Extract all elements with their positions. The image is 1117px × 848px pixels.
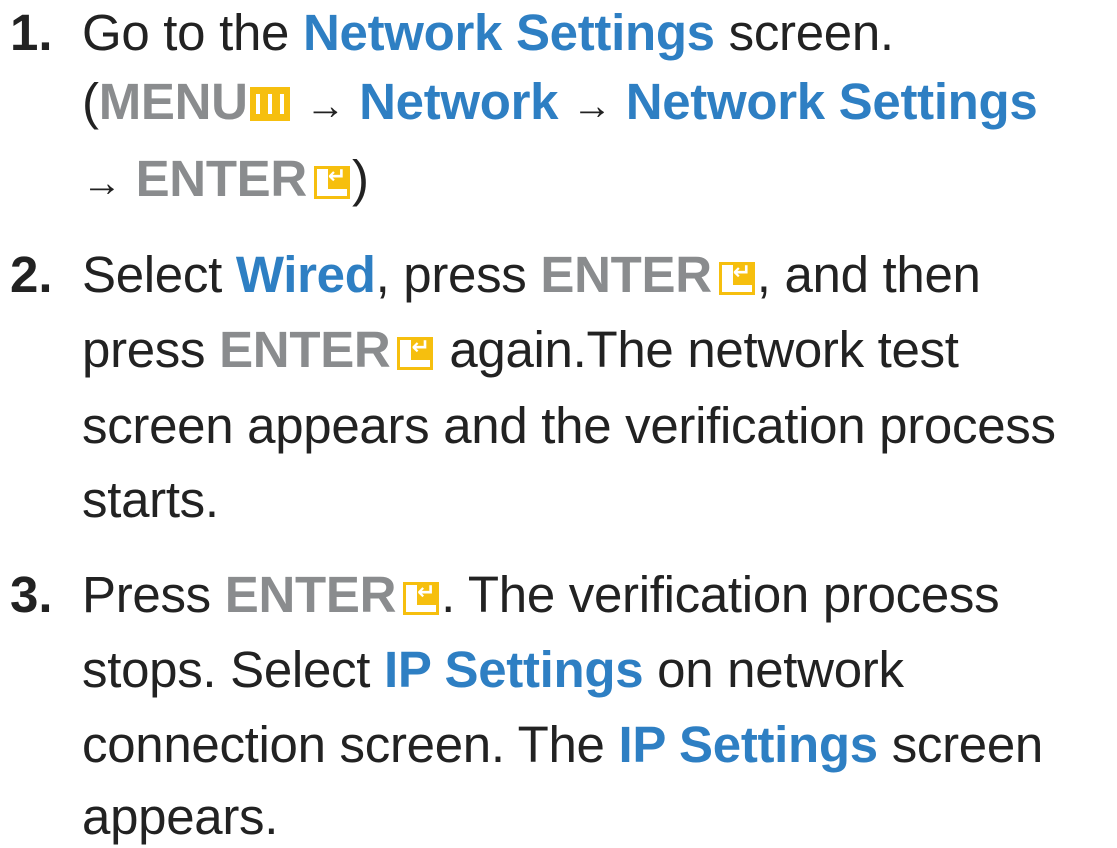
text: screen: [891, 716, 1044, 773]
menu-icon: [249, 87, 290, 121]
enter-key-label: ENTER: [224, 566, 397, 623]
enter-icon: ↵: [313, 165, 350, 199]
step-1-line-1: Go to the Network Settings screen.: [82, 3, 894, 63]
text: Select: [82, 246, 222, 303]
text: again.The network test: [449, 321, 959, 378]
enter-key-label: ENTER: [135, 150, 308, 207]
step-2-line-4: starts.: [82, 470, 219, 530]
ip-settings-highlight: IP Settings: [383, 641, 644, 698]
network-settings-highlight: Network Settings: [625, 73, 1038, 130]
text: , press: [375, 246, 527, 303]
text: appears.: [82, 788, 279, 845]
enter-key-label: ENTER: [540, 246, 712, 303]
step-2-line-1: Select Wired, press ENTER ↵, and then: [82, 245, 981, 305]
wired-highlight: Wired: [235, 246, 376, 303]
text: Press: [82, 566, 211, 623]
enter-icon: ↵: [403, 581, 440, 615]
close-paren: ): [351, 150, 369, 207]
text: press: [82, 321, 206, 378]
instruction-steps: 1. Go to the Network Settings screen. (M…: [0, 0, 1117, 848]
network-settings-highlight: Network Settings: [302, 4, 715, 61]
step-3-line-2: stops. Select IP Settings on network: [82, 640, 904, 700]
text: starts.: [82, 471, 219, 528]
menu-key-label: MENU: [98, 73, 248, 130]
step-3-line-1: Press ENTER ↵. The verification process: [82, 565, 1000, 625]
text: , and then: [756, 246, 981, 303]
text: screen appears and the verification proc…: [82, 397, 1056, 454]
enter-icon: ↵: [718, 261, 755, 295]
enter-key-label: ENTER: [219, 321, 391, 378]
enter-icon: ↵: [397, 336, 434, 370]
text: connection screen. The: [82, 716, 605, 773]
step-3-line-3: connection screen. The IP Settings scree…: [82, 715, 1043, 775]
step-number: 2.: [10, 246, 53, 303]
step-1-line-3: → ENTER ↵): [82, 149, 369, 209]
text: screen.: [728, 4, 894, 61]
text: on network: [657, 641, 904, 698]
text: . The verification process: [441, 566, 1000, 623]
step-2-line-2: press ENTER ↵ again.The network test: [82, 320, 959, 380]
step-number: 1.: [10, 4, 53, 61]
step-number: 3.: [10, 566, 53, 623]
step-3-line-4: appears.: [82, 787, 278, 847]
arrow-icon: →: [572, 84, 612, 128]
step-1-line-2: (MENU → Network → Network Settings: [82, 72, 1038, 132]
network-highlight: Network: [359, 73, 559, 130]
ip-settings-highlight: IP Settings: [618, 716, 879, 773]
arrow-icon: →: [305, 84, 346, 128]
open-paren: (: [82, 73, 99, 130]
text: Go to the: [82, 4, 290, 61]
text: stops. Select: [82, 641, 371, 698]
arrow-icon: →: [82, 161, 122, 205]
step-2-line-3: screen appears and the verification proc…: [82, 396, 1056, 456]
